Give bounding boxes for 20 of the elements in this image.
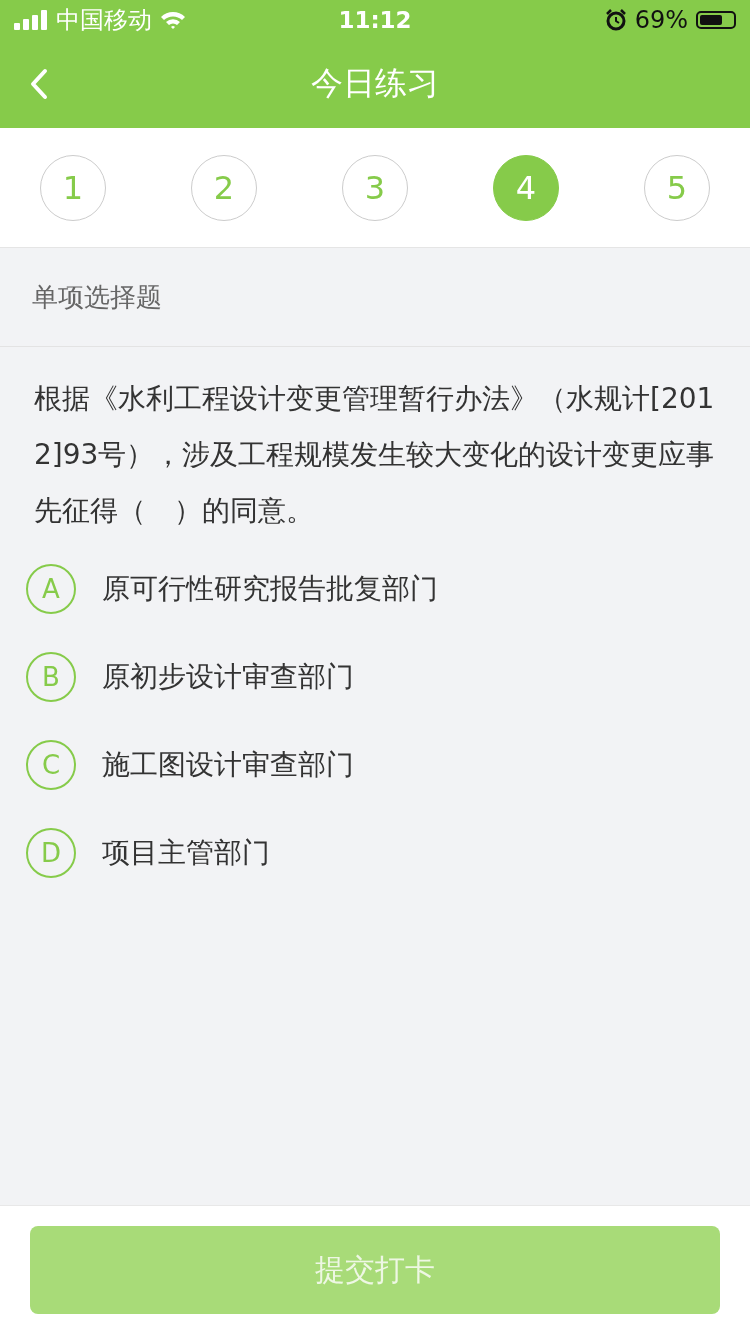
question-number-tab[interactable]: 5 [644,154,710,221]
question-number-tab[interactable]: 3 [342,154,408,221]
answer-option[interactable]: A 原可行性研究报告批复部门 [0,545,750,633]
answer-option[interactable]: B 原初步设计审查部门 [0,633,750,721]
question-type: 单项选择题 [32,280,162,314]
question-text: 根据《水利工程设计变更管理暂行办法》（水规计[2012]93号），涉及工程规模发生较大变化的设计变更应事先征得（ ）的同意。 [33,381,716,529]
page-title: 今日练习 [311,63,439,104]
battery-icon [696,11,736,29]
answer-option[interactable]: C 施工图设计审查部门 [0,721,750,809]
wifi-icon [160,10,186,30]
alarm-icon [604,9,627,31]
signal-icon [14,10,48,30]
battery-percent: 69% [634,6,688,34]
status-time: 11:12 [338,7,412,33]
carrier-name: 中国移动 [56,5,152,36]
answer-option[interactable]: D 项目主管部门 [0,809,750,897]
question-number-tab[interactable]: 4 [493,154,559,221]
question-number-tab[interactable]: 1 [40,154,106,221]
back-icon[interactable] [30,68,48,100]
question-number-tab[interactable]: 2 [191,154,257,221]
